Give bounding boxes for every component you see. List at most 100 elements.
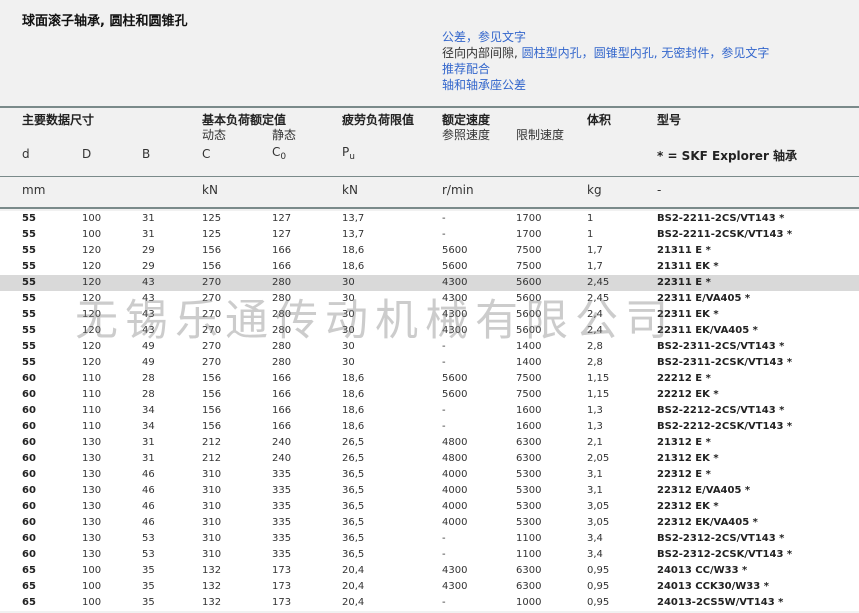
cell-static-c0: 127 [272, 229, 292, 240]
cell-designation: 22312 EK/VA405 * [657, 517, 758, 528]
cell-mass: 3,1 [587, 485, 603, 496]
cell-dynamic-c: 125 [202, 229, 222, 240]
links-row-shaft: 轴和轴承座公差 [442, 77, 769, 93]
table-row: 60 130 46 310 335 36,5 4000 5300 3,1 22312 E * [0, 467, 859, 483]
cell-mass: 3,4 [587, 549, 603, 560]
cell-fatigue-pu: 18,6 [342, 261, 365, 272]
cell-outer-d: 100 [82, 213, 102, 224]
see-text-link[interactable]: 参见文字 [478, 30, 526, 44]
cell-mass: 2,8 [587, 357, 603, 368]
cell-ref-speed: - [442, 549, 446, 560]
cell-mass: 3,05 [587, 517, 610, 528]
cell-limit-speed: 1400 [516, 341, 542, 352]
cell-designation: 22212 EK * [657, 389, 719, 400]
symbol-D: D [82, 147, 92, 161]
cell-mass: 2,4 [587, 325, 603, 336]
cell-dynamic-c: 132 [202, 597, 222, 608]
cell-limit-speed: 5300 [516, 485, 542, 496]
cylindrical-bore-link[interactable]: 圆柱型内孔 [522, 46, 582, 60]
cell-mass: 1,3 [587, 421, 603, 432]
cell-dynamic-c: 310 [202, 485, 222, 496]
cell-designation: BS2-2211-2CS/VT143 * [657, 213, 785, 224]
cell-width-b: 31 [142, 437, 155, 448]
table-row: 55 120 49 270 280 30 - 1400 2,8 BS2-2311-2CSK/VT1… [0, 355, 859, 371]
cell-width-b: 49 [142, 357, 155, 368]
unit-kg: kg [587, 183, 602, 197]
cell-fatigue-pu: 26,5 [342, 437, 365, 448]
cell-limit-speed: 1700 [516, 229, 542, 240]
cell-limit-speed: 5600 [516, 325, 542, 336]
cell-width-b: 28 [142, 389, 155, 400]
cell-ref-speed: 4800 [442, 453, 468, 464]
tolerance-link[interactable]: 公差 [442, 30, 466, 44]
separator: ， [709, 46, 722, 60]
cell-d: 60 [22, 485, 36, 496]
cell-width-b: 43 [142, 309, 155, 320]
cell-mass: 1 [587, 229, 594, 240]
symbol-d: d [22, 147, 30, 161]
cell-d: 60 [22, 437, 36, 448]
mass-header: 体积 [587, 113, 612, 127]
table-row: 60 130 46 310 335 36,5 4000 5300 3,05 22312 EK/VA… [0, 515, 859, 531]
cell-width-b: 43 [142, 277, 155, 288]
cell-static-c0: 173 [272, 565, 292, 576]
no-seal-link[interactable]: 无密封件 [661, 46, 709, 60]
tapered-bore-link[interactable]: 圆锥型内孔, [594, 46, 658, 60]
cell-mass: 2,45 [587, 293, 610, 304]
cell-static-c0: 166 [272, 245, 292, 256]
clearance-label: 径向内部间隙, [442, 46, 518, 60]
links-row-clearance: 径向内部间隙, 圆柱型内孔，圆锥型内孔, 无密封件，参见文字 [442, 45, 769, 61]
cell-static-c0: 280 [272, 341, 292, 352]
table-row: 55 120 43 270 280 30 4300 5600 2,4 22311 EK/VA405… [0, 323, 859, 339]
cell-mass: 2,05 [587, 453, 610, 464]
table-row: 55 120 29 156 166 18,6 5600 7500 1,7 21311 E * [0, 243, 859, 259]
cell-fatigue-pu: 36,5 [342, 501, 365, 512]
cell-fatigue-pu: 30 [342, 309, 355, 320]
limiting-speed-header: 限制速度 [516, 128, 565, 142]
cell-designation: BS2-2212-2CS/VT143 * [657, 405, 785, 416]
cell-outer-d: 100 [82, 565, 102, 576]
table-row: 55 100 31 125 127 13,7 - 1700 1 BS2-2211-2CSK/VT1… [0, 227, 859, 243]
unit-kn-fatigue: kN [342, 183, 358, 197]
cell-d: 55 [22, 357, 36, 368]
cell-d: 60 [22, 501, 36, 512]
cell-designation: 22312 E * [657, 469, 711, 480]
cell-outer-d: 110 [82, 421, 102, 432]
cell-d: 55 [22, 309, 36, 320]
cell-designation: BS2-2212-2CSK/VT143 * [657, 421, 793, 432]
cell-d: 55 [22, 245, 36, 256]
cell-width-b: 43 [142, 325, 155, 336]
cell-ref-speed: 4000 [442, 469, 468, 480]
cell-designation: 21312 E * [657, 437, 711, 448]
cell-designation: BS2-2312-2CS/VT143 * [657, 533, 785, 544]
cell-mass: 3,05 [587, 501, 610, 512]
cell-ref-speed: - [442, 533, 446, 544]
cell-static-c0: 166 [272, 373, 292, 384]
cell-outer-d: 130 [82, 549, 102, 560]
cell-static-c0: 335 [272, 469, 292, 480]
cell-dynamic-c: 310 [202, 501, 222, 512]
explorer-note: * = SKF Explorer 轴承 [657, 149, 798, 163]
cell-fatigue-pu: 20,4 [342, 597, 365, 608]
cell-width-b: 34 [142, 421, 155, 432]
table-row: 55 100 31 125 127 13,7 - 1700 1 BS2-2211-2CS/VT14… [0, 211, 859, 227]
cell-designation: 22311 EK * [657, 309, 719, 320]
table-row: 60 110 34 156 166 18,6 - 1600 1,3 BS2-2212-2CS/VT… [0, 403, 859, 419]
cell-designation: 24013 CC/W33 * [657, 565, 748, 576]
cell-designation: 24013 CCK30/W33 * [657, 581, 769, 592]
shaft-housing-tolerance-link[interactable]: 轴和轴承座公差 [442, 78, 526, 92]
see-text-link-2[interactable]: 参见文字 [721, 46, 769, 60]
recommended-fits-link[interactable]: 推荐配合 [442, 62, 490, 76]
cell-outer-d: 130 [82, 501, 102, 512]
table-row: 60 110 28 156 166 18,6 5600 7500 1,15 22212 EK * [0, 387, 859, 403]
cell-limit-speed: 7500 [516, 389, 542, 400]
cell-designation: 22212 E * [657, 373, 711, 384]
cell-static-c0: 240 [272, 453, 292, 464]
cell-d: 60 [22, 533, 36, 544]
cell-outer-d: 120 [82, 325, 102, 336]
cell-dynamic-c: 212 [202, 453, 222, 464]
cell-fatigue-pu: 26,5 [342, 453, 365, 464]
cell-static-c0: 335 [272, 501, 292, 512]
cell-dynamic-c: 156 [202, 421, 222, 432]
cell-static-c0: 335 [272, 549, 292, 560]
